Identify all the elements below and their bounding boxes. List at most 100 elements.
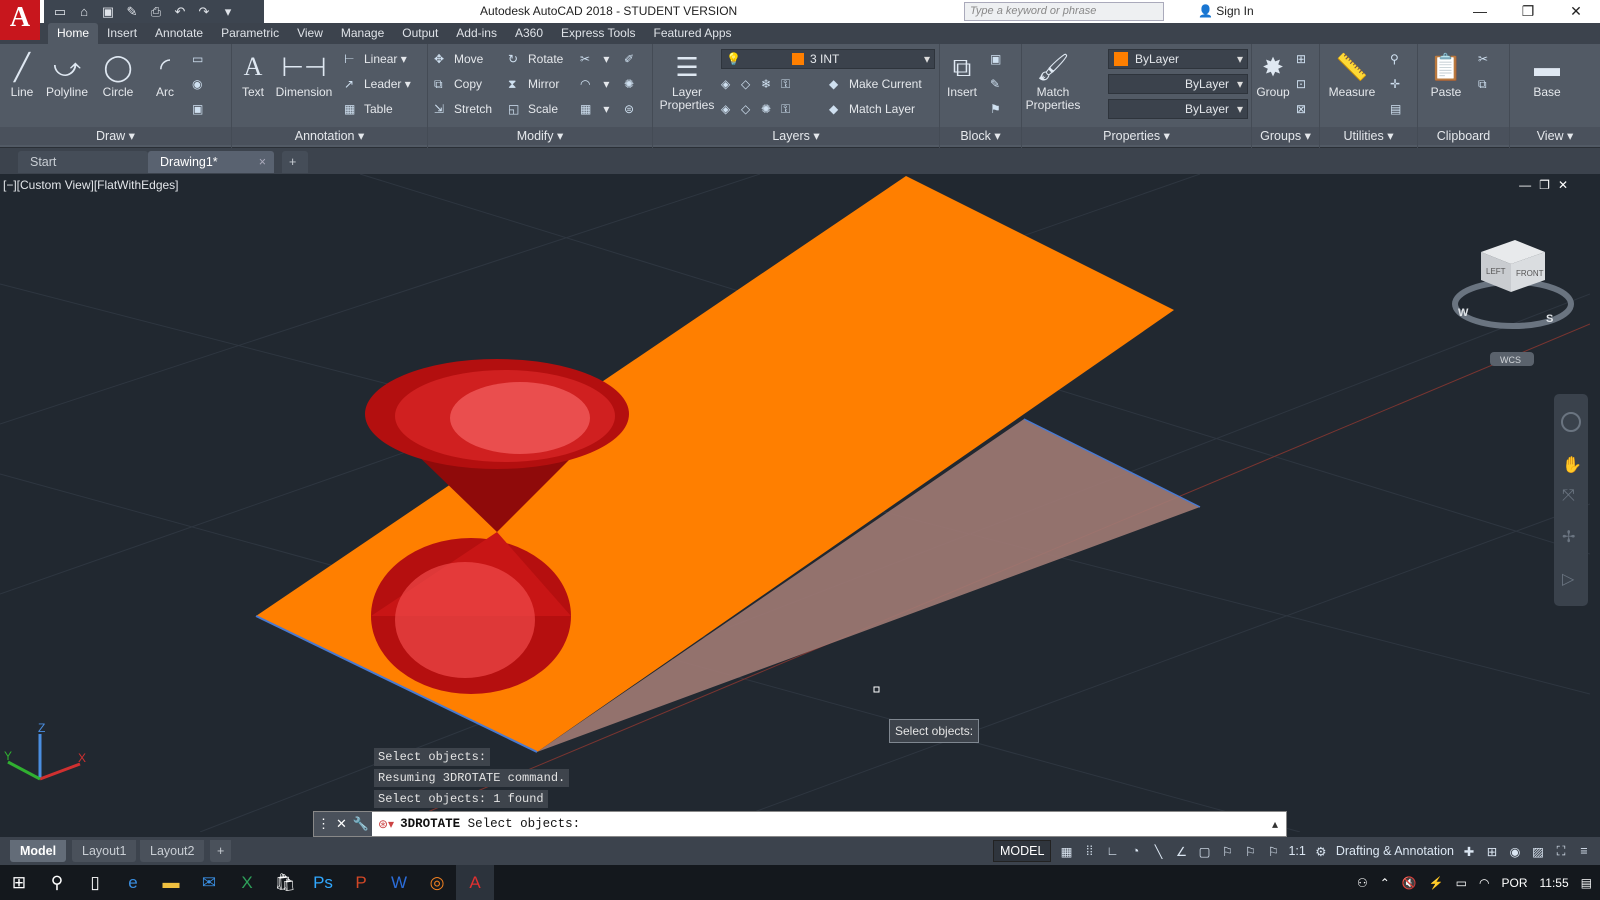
layer-tool-icons-row1[interactable]: ◈ ◇ ❄ ⚿ — [721, 73, 801, 95]
save-icon[interactable]: ▣ — [98, 3, 118, 21]
layers-panel-title[interactable]: Layers ▾ — [653, 127, 939, 145]
lineweight-dropdown[interactable]: ByLayer — [1108, 99, 1248, 119]
block-attributes-button[interactable]: ⚑ — [990, 98, 1010, 120]
word-icon[interactable]: W — [380, 865, 418, 900]
more-icon[interactable]: ▾ — [218, 3, 238, 21]
tab-parametric[interactable]: Parametric — [212, 23, 288, 44]
windows-start-icon[interactable]: ⊞ — [0, 865, 38, 900]
workspace-switcher[interactable]: Drafting & Annotation — [1336, 844, 1454, 858]
model-scene[interactable]: Z X Y LEFT FRONT W S WCS ✋ ⤧ ✢ ▷ — [0, 174, 1590, 832]
tab-drawing1[interactable]: Drawing1* × — [148, 151, 274, 173]
insert-button[interactable]: ⧉ Insert — [942, 48, 982, 99]
wrench-icon[interactable]: 🔧 — [353, 816, 369, 832]
layout-tab-layout1[interactable]: Layout1 — [72, 840, 137, 862]
network-icon[interactable]: ⚡ — [1429, 876, 1444, 890]
id-point-button[interactable]: ✛ — [1390, 73, 1410, 95]
command-prompt[interactable]: 3DROTATE Select objects: — [394, 817, 580, 831]
saveas-icon[interactable]: ✎ — [122, 3, 142, 21]
create-block-button[interactable]: ▣ — [990, 48, 1010, 70]
paste-button[interactable]: 📋 Paste — [1424, 48, 1468, 99]
layer-tool-icons-row2[interactable]: ◈ ◇ ✺ ⚿ — [721, 98, 801, 120]
annotation-scale-value[interactable]: 1:1 — [1288, 844, 1305, 858]
base-view-button[interactable]: ▬ Base — [1522, 48, 1572, 99]
tab-express-tools[interactable]: Express Tools — [552, 23, 644, 44]
explode-button[interactable]: ✺ — [624, 73, 644, 95]
text-button[interactable]: A Text — [236, 48, 270, 99]
hardware-acceleration-icon[interactable]: ▨ — [1530, 844, 1546, 859]
cut-button[interactable]: ✂ — [1478, 48, 1498, 70]
properties-panel-title[interactable]: Properties ▾ — [1022, 127, 1251, 145]
drawing-viewport[interactable]: Z X Y LEFT FRONT W S WCS ✋ ⤧ ✢ ▷ [−][Cus… — [0, 174, 1590, 832]
groups-panel-title[interactable]: Groups ▾ — [1252, 127, 1319, 145]
group-select-button[interactable]: ⊠ — [1296, 98, 1316, 120]
mail-icon[interactable]: ✉ — [190, 865, 228, 900]
ungroup-button[interactable]: ⊞ — [1296, 48, 1316, 70]
layer-dropdown[interactable]: 💡 3 INT — [721, 49, 935, 69]
people-icon[interactable]: ⚇ — [1357, 876, 1368, 890]
linetype-dropdown[interactable]: ByLayer — [1108, 74, 1248, 94]
media-icon[interactable]: ◎ — [418, 865, 456, 900]
clean-screen-icon[interactable]: ⛶ — [1553, 844, 1569, 859]
modify-panel-title[interactable]: Modify ▾ — [428, 127, 652, 145]
volume-icon[interactable]: 🔇 — [1402, 876, 1417, 890]
rectangle-button[interactable]: ▭ — [192, 48, 212, 70]
navigation-bar[interactable]: ✋ ⤧ ✢ ▷ — [1554, 394, 1588, 606]
vp-restore-icon[interactable]: ❐ — [1539, 178, 1558, 192]
ortho-icon[interactable]: ∟ — [1104, 844, 1120, 858]
restore-icon[interactable]: ❐ — [1504, 0, 1552, 23]
object-snap-tracking-icon[interactable]: ∠ — [1173, 844, 1189, 859]
block-panel-title[interactable]: Block ▾ — [940, 127, 1021, 145]
tab-home[interactable]: Home — [48, 23, 99, 44]
photoshop-icon[interactable]: Ps — [304, 865, 342, 900]
powerpoint-icon[interactable]: P — [342, 865, 380, 900]
task-view-icon[interactable]: ▯ — [76, 865, 114, 900]
tab-output[interactable]: Output — [393, 23, 447, 44]
grip-icon[interactable]: ⋮ — [317, 816, 330, 832]
sign-in-button[interactable]: 👤 Sign In — [1198, 4, 1254, 18]
clock[interactable]: 11:55 — [1540, 876, 1569, 890]
annotation-visibility-icon[interactable]: ⚐ — [1219, 844, 1235, 859]
units-icon[interactable]: ⊞ — [1484, 844, 1500, 859]
auto-scale-icon[interactable]: ⚐ — [1242, 844, 1258, 859]
draw-panel-title[interactable]: Draw ▾ — [0, 127, 231, 145]
vp-close-icon[interactable]: ✕ — [1558, 178, 1576, 192]
polar-icon[interactable]: ◔ — [1127, 844, 1143, 858]
viewcube[interactable] — [1452, 240, 1574, 329]
offset-button[interactable]: ⊜ — [624, 98, 644, 120]
viewport-controls-label[interactable]: [−][Custom View][FlatWithEdges] — [3, 178, 179, 192]
minimize-icon[interactable]: — — [1456, 0, 1504, 23]
autocad-taskbar-icon[interactable]: A — [456, 865, 494, 900]
arc-button[interactable]: ◜ Arc — [146, 48, 184, 99]
rotate-button[interactable]: ↻ Rotate — [508, 48, 563, 70]
show-hidden-icons[interactable]: ⌃ — [1380, 876, 1390, 890]
layout-tab-model[interactable]: Model — [10, 840, 67, 862]
add-layout-button[interactable]: + — [210, 840, 232, 862]
polyline-button[interactable]: ⤻ Polyline — [42, 48, 92, 99]
edit-block-button[interactable]: ✎ — [990, 73, 1010, 95]
new-icon[interactable]: ▭ — [50, 3, 70, 21]
command-options-icon[interactable]: ⊛▾ — [378, 817, 394, 831]
snap-icon[interactable]: ⁞⁞ — [1081, 844, 1097, 858]
mirror-button[interactable]: ⧗ Mirror — [508, 73, 559, 95]
line-button[interactable]: ╱ Line — [4, 48, 40, 99]
layout-tab-layout2[interactable]: Layout2 — [140, 840, 205, 862]
tab-a360[interactable]: A360 — [506, 23, 552, 44]
store-icon[interactable]: 🛍 — [266, 865, 304, 900]
region-button[interactable]: ▣ — [192, 98, 212, 120]
isolate-objects-icon[interactable]: ◉ — [1507, 844, 1523, 859]
annotation-scale-icon[interactable]: ⚐ — [1265, 844, 1281, 859]
tab-add-ins[interactable]: Add-ins — [447, 23, 506, 44]
isodraft-icon[interactable]: ╲ — [1150, 844, 1166, 859]
vp-minimize-icon[interactable]: — — [1519, 178, 1539, 192]
print-icon[interactable]: ⎙ — [146, 3, 166, 21]
leader-button[interactable]: ↗ Leader ▾ — [344, 73, 411, 95]
battery-icon[interactable]: ▭ — [1456, 876, 1467, 890]
layer-properties-button[interactable]: ☰ Layer Properties — [659, 48, 715, 112]
color-dropdown[interactable]: ByLayer — [1108, 49, 1248, 69]
file-explorer-icon[interactable]: ▬ — [152, 865, 190, 900]
undo-icon[interactable]: ↶ — [170, 3, 190, 21]
excel-icon[interactable]: X — [228, 865, 266, 900]
erase-button[interactable]: ✐ — [624, 48, 644, 70]
circle-button[interactable]: ◯ Circle — [98, 48, 138, 99]
scale-button[interactable]: ◱ Scale — [508, 98, 558, 120]
